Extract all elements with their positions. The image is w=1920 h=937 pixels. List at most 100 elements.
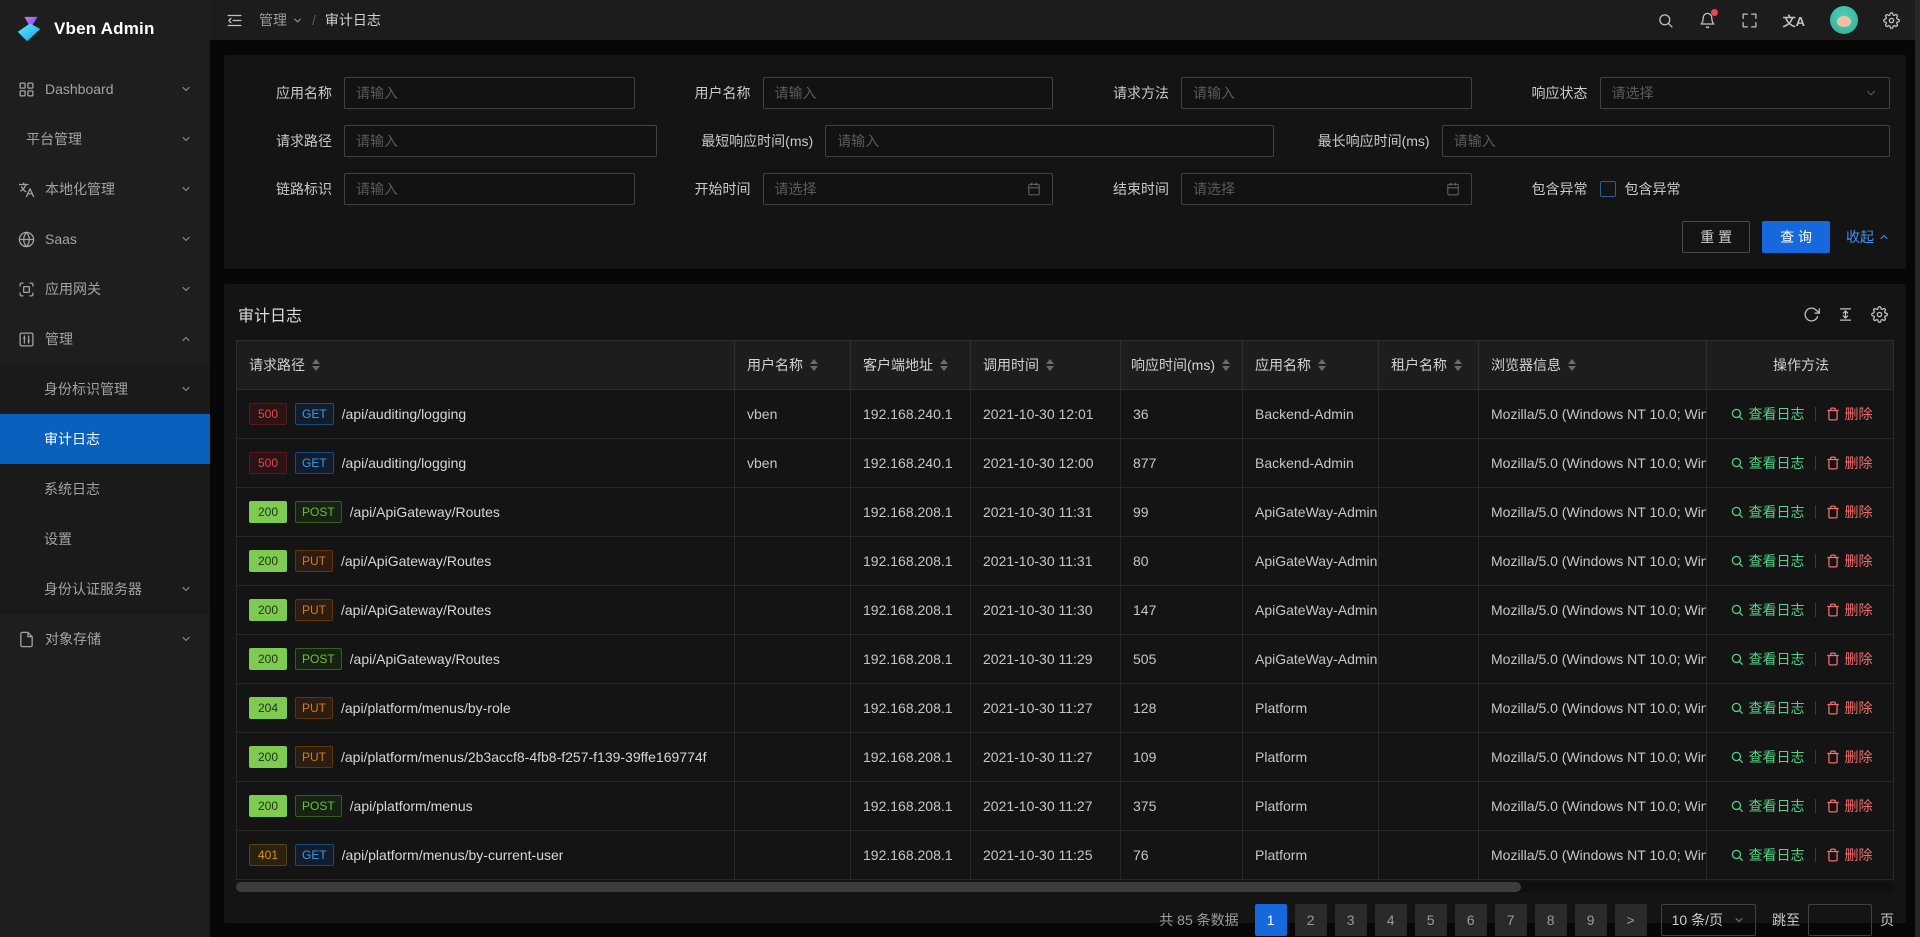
sidebar-item-8[interactable]: 系统日志 — [0, 464, 210, 514]
gateway-icon — [18, 281, 35, 298]
user-name-input[interactable] — [763, 77, 1054, 109]
column-header-6[interactable]: 租户名称 — [1379, 341, 1479, 389]
column-header-7[interactable]: 浏览器信息 — [1479, 341, 1707, 389]
horizontal-scrollbar-thumb[interactable] — [236, 882, 1521, 892]
browser-cell: Mozilla/5.0 (Windows NT 10.0; Win — [1479, 831, 1707, 879]
column-header-1[interactable]: 用户名称 — [735, 341, 851, 389]
collapse-filter-link[interactable]: 收起 — [1846, 227, 1890, 247]
delete-button[interactable]: 删除 — [1826, 502, 1873, 522]
next-page-button[interactable]: > — [1615, 904, 1647, 936]
view-log-button[interactable]: 查看日志 — [1730, 600, 1805, 620]
sidebar-item-2[interactable]: 本地化管理 — [0, 164, 210, 214]
request-path-input[interactable] — [344, 125, 657, 157]
sidebar-collapse-icon[interactable] — [226, 12, 243, 29]
trash-icon — [1826, 407, 1840, 421]
column-header-2[interactable]: 客户端地址 — [851, 341, 971, 389]
column-header-3[interactable]: 调用时间 — [971, 341, 1121, 389]
status-badge: 200 — [249, 648, 287, 670]
column-header-0[interactable]: 请求路径 — [237, 341, 735, 389]
delete-button[interactable]: 删除 — [1826, 404, 1873, 424]
gear-icon[interactable] — [1883, 12, 1900, 29]
sidebar-menu: Dashboard 平台管理本地化管理Saas应用网关管理身份标识管理审计日志系统… — [0, 58, 210, 937]
view-log-button[interactable]: 查看日志 — [1730, 649, 1805, 669]
request-method-input[interactable] — [1181, 77, 1472, 109]
delete-button[interactable]: 删除 — [1826, 747, 1873, 767]
page-size-select[interactable]: 10 条/页 — [1661, 904, 1756, 936]
view-log-button[interactable]: 查看日志 — [1730, 796, 1805, 816]
logo[interactable]: Vben Admin — [0, 0, 210, 58]
trash-icon — [1826, 750, 1840, 764]
method-badge: POST — [295, 501, 342, 523]
call-time-cell: 2021-10-30 12:00 — [971, 439, 1121, 487]
call-time-cell: 2021-10-30 11:30 — [971, 586, 1121, 634]
page-button-4[interactable]: 4 — [1375, 904, 1407, 936]
trace-id-input[interactable] — [344, 173, 635, 205]
trash-icon — [1826, 554, 1840, 568]
pagination-pages: 123456789> — [1255, 904, 1647, 936]
app-name-cell: ApiGateWay-Admin — [1243, 635, 1379, 683]
user-name-cell — [735, 782, 851, 830]
response-status-select[interactable]: 请选择 — [1600, 77, 1891, 109]
delete-button[interactable]: 删除 — [1826, 796, 1873, 816]
table-header-row: 请求路径用户名称客户端地址调用时间响应时间(ms)应用名称租户名称浏览器信息操作… — [236, 340, 1894, 390]
delete-button[interactable]: 删除 — [1826, 453, 1873, 473]
query-button[interactable]: 查 询 — [1762, 221, 1830, 253]
search-icon[interactable] — [1657, 12, 1674, 29]
jump-unit: 页 — [1880, 910, 1894, 930]
chevron-down-icon — [180, 633, 192, 645]
sidebar-item-label: 平台管理 — [26, 129, 170, 149]
view-log-button[interactable]: 查看日志 — [1730, 698, 1805, 718]
sidebar-item-4[interactable]: 应用网关 — [0, 264, 210, 314]
view-log-button[interactable]: 查看日志 — [1730, 747, 1805, 767]
notification-bell[interactable] — [1699, 12, 1716, 29]
actions-cell: 查看日志 删除 — [1707, 537, 1895, 585]
sidebar-item-11[interactable]: 对象存储 — [0, 614, 210, 664]
jump-page-input[interactable] — [1808, 904, 1872, 936]
gear-icon[interactable] — [1871, 306, 1888, 323]
sidebar-item-1[interactable]: 平台管理 — [0, 114, 210, 164]
avatar[interactable] — [1830, 6, 1858, 34]
app-name-cell: Backend-Admin — [1243, 390, 1379, 438]
delete-button[interactable]: 删除 — [1826, 649, 1873, 669]
filter-card: 应用名称用户名称请求方法响应状态请选择请求路径最短响应时间(ms)最长响应时间(… — [224, 55, 1906, 269]
column-header-5[interactable]: 应用名称 — [1243, 341, 1379, 389]
page-button-5[interactable]: 5 — [1415, 904, 1447, 936]
has-exception-checkbox[interactable] — [1600, 181, 1616, 197]
min-response-time-input[interactable] — [825, 125, 1273, 157]
fullscreen-icon[interactable] — [1741, 12, 1758, 29]
page-button-7[interactable]: 7 — [1495, 904, 1527, 936]
delete-button[interactable]: 删除 — [1826, 600, 1873, 620]
window-scrollbar[interactable] — [1915, 0, 1920, 937]
page-button-8[interactable]: 8 — [1535, 904, 1567, 936]
delete-button[interactable]: 删除 — [1826, 845, 1873, 865]
breadcrumb-section[interactable]: 管理 — [259, 10, 303, 30]
refresh-icon[interactable] — [1803, 306, 1820, 323]
app-name-input[interactable] — [344, 77, 635, 109]
end-time-picker[interactable]: 请选择 — [1181, 173, 1472, 205]
page-button-6[interactable]: 6 — [1455, 904, 1487, 936]
page-button-2[interactable]: 2 — [1295, 904, 1327, 936]
page-button-3[interactable]: 3 — [1335, 904, 1367, 936]
reset-button[interactable]: 重 置 — [1682, 221, 1750, 253]
view-log-button[interactable]: 查看日志 — [1730, 502, 1805, 522]
column-header-4[interactable]: 响应时间(ms) — [1121, 341, 1243, 389]
sidebar-item-3[interactable]: Saas — [0, 214, 210, 264]
sidebar-item-6[interactable]: 身份标识管理 — [0, 364, 210, 414]
translate-icon[interactable]: 文A — [1783, 11, 1805, 30]
view-log-button[interactable]: 查看日志 — [1730, 453, 1805, 473]
sidebar-item-7[interactable]: 审计日志 — [0, 414, 210, 464]
view-log-button[interactable]: 查看日志 — [1730, 404, 1805, 424]
view-log-button[interactable]: 查看日志 — [1730, 845, 1805, 865]
delete-button[interactable]: 删除 — [1826, 698, 1873, 718]
page-button-1[interactable]: 1 — [1255, 904, 1287, 936]
row-height-icon[interactable] — [1837, 306, 1854, 323]
sidebar-item-10[interactable]: 身份认证服务器 — [0, 564, 210, 614]
sidebar-item-5[interactable]: 管理 — [0, 314, 210, 364]
page-button-9[interactable]: 9 — [1575, 904, 1607, 936]
max-response-time-input[interactable] — [1442, 125, 1890, 157]
delete-button[interactable]: 删除 — [1826, 551, 1873, 571]
sidebar-item-9[interactable]: 设置 — [0, 514, 210, 564]
start-time-picker[interactable]: 请选择 — [763, 173, 1054, 205]
sidebar-item-0[interactable]: Dashboard — [0, 64, 210, 114]
view-log-button[interactable]: 查看日志 — [1730, 551, 1805, 571]
